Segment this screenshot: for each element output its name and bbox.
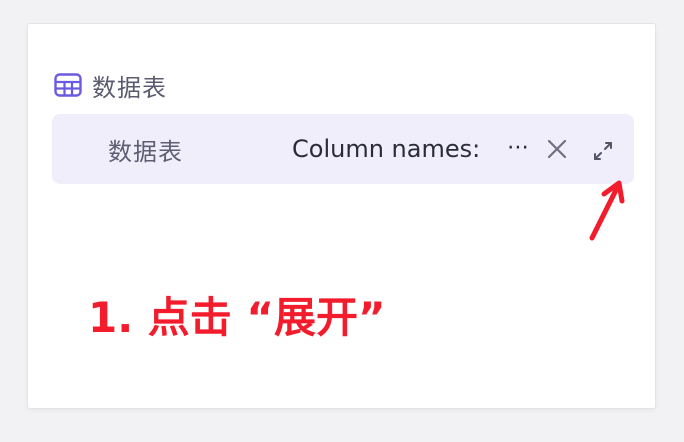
close-icon [547, 139, 567, 159]
field-value[interactable]: Column names: [292, 135, 505, 163]
annotation-instruction: 1. 点击 “展开” [88, 293, 386, 342]
section-title: 数据表 [92, 73, 167, 102]
data-table-field[interactable]: 数据表 Column names: ⋯ [52, 114, 634, 184]
table-icon [54, 72, 82, 98]
data-table-card: 数据表 数据表 Column names: ⋯ 1. 点击 “展开” [28, 24, 655, 408]
more-ellipsis: ⋯ [507, 135, 529, 160]
clear-button[interactable] [544, 136, 570, 162]
field-label: 数据表 [108, 138, 183, 166]
expand-icon [594, 142, 612, 160]
section-header: 数据表 [54, 71, 167, 102]
expand-button[interactable] [590, 138, 616, 164]
annotation-arrow-icon [589, 180, 625, 241]
